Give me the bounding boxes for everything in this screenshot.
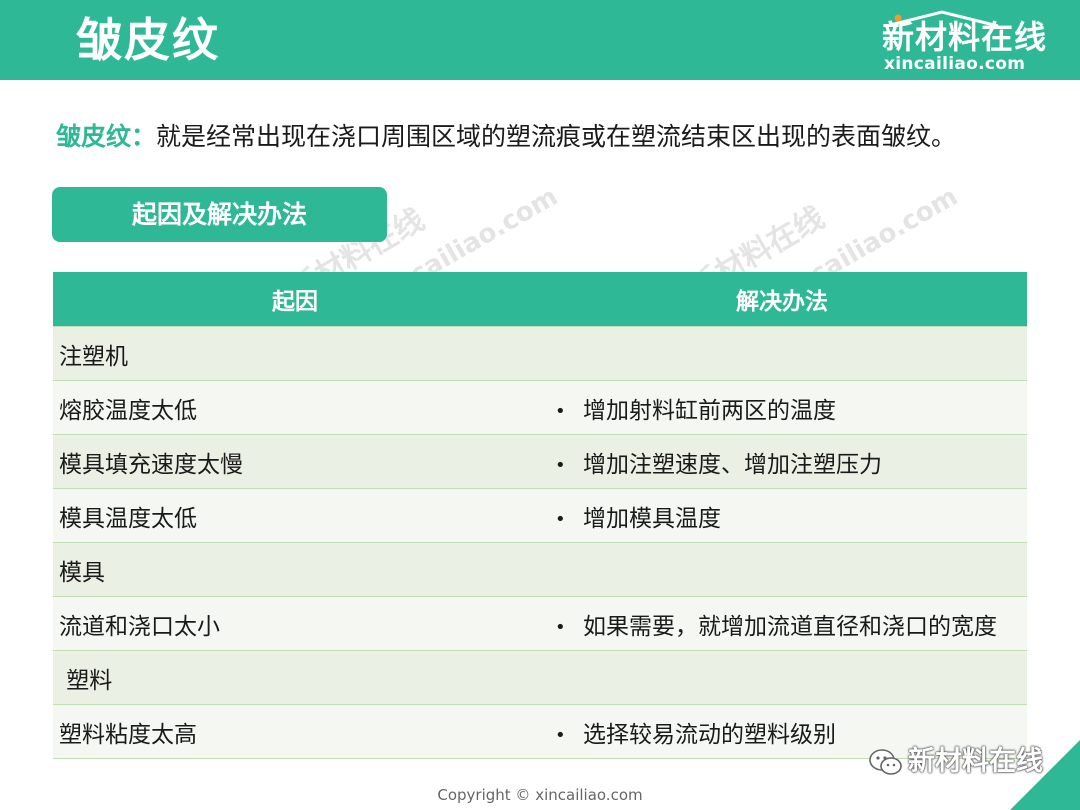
bullet-icon: • — [555, 616, 566, 638]
solution-text: 增加模具温度 — [583, 505, 721, 532]
solution-text: 选择较易流动的塑料级别 — [583, 721, 836, 748]
solution-text: 增加注塑速度、增加注塑压力 — [583, 451, 882, 478]
solution-cell — [537, 542, 1027, 597]
wechat-badge-text: 新材料在线 — [908, 746, 1043, 777]
brand-logo: 新材料在线 xincailiao.com — [882, 10, 1052, 74]
section-label-text: 起因及解决办法 — [131, 200, 307, 229]
solution-cell — [537, 326, 1027, 381]
cause-cell: 熔胶温度太低 — [53, 380, 537, 435]
table-row: 模具 — [53, 542, 1027, 597]
solution-cell: • 如果需要，就增加流道直径和浇口的宽度 — [537, 596, 1027, 651]
table-row: 注塑机 — [53, 326, 1027, 381]
definition-line: 皱皮纹：就是经常出现在浇口周围区域的塑流痕或在塑流结束区出现的表面皱纹。 — [56, 118, 956, 156]
table-row: 模具温度太低 • 增加模具温度 — [53, 488, 1027, 543]
wechat-icon — [869, 749, 902, 775]
table-row: 流道和浇口太小 • 如果需要，就增加流道直径和浇口的宽度 — [53, 596, 1027, 651]
bullet-icon: • — [555, 400, 566, 422]
logo-text-cn: 新材料在线 — [882, 18, 1048, 56]
causes-solutions-table: 起因 解决办法 注塑机 熔胶温度太低 • 增加射料缸前两区的温度 模具填充速度太慢… — [53, 272, 1027, 759]
solution-text: 如果需要，就增加流道直径和浇口的宽度 — [583, 613, 997, 640]
cause-cell: 模具填充速度太慢 — [53, 434, 537, 489]
table-row: 塑料 — [53, 650, 1027, 705]
cause-cell: 注塑机 — [53, 326, 537, 381]
solution-cell: • 增加射料缸前两区的温度 — [537, 380, 1027, 435]
table-row: 模具填充速度太慢 • 增加注塑速度、增加注塑压力 — [53, 434, 1027, 489]
bullet-icon: • — [555, 508, 566, 530]
definition-term: 皱皮纹： — [56, 122, 157, 151]
table-header-row: 起因 解决办法 — [53, 272, 1027, 327]
bullet-icon: • — [555, 454, 566, 476]
logo-text-en: xincailiao.com — [884, 54, 1026, 74]
column-header-cause: 起因 — [53, 272, 537, 327]
cause-cell: 模具 — [53, 542, 537, 597]
table-row: 熔胶温度太低 • 增加射料缸前两区的温度 — [53, 380, 1027, 435]
cause-cell: 塑料 — [53, 650, 537, 705]
section-label: 起因及解决办法 — [52, 187, 387, 242]
cause-cell: 流道和浇口太小 — [53, 596, 537, 651]
solution-cell: • 增加注塑速度、增加注塑压力 — [537, 434, 1027, 489]
solution-cell — [537, 650, 1027, 705]
cause-cell: 塑料粘度太高 — [53, 704, 537, 759]
column-header-solution: 解决办法 — [537, 272, 1027, 327]
page-title: 皱皮纹 — [76, 13, 220, 67]
copyright-text: Copyright © xincailiao.com — [437, 786, 643, 804]
definition-text: 就是经常出现在浇口周围区域的塑流痕或在塑流结束区出现的表面皱纹。 — [156, 122, 957, 151]
solution-text: 增加射料缸前两区的温度 — [583, 397, 836, 424]
solution-cell: • 增加模具温度 — [537, 488, 1027, 543]
header-bar: 皱皮纹 新材料在线 xincailiao.com — [0, 0, 1080, 80]
cause-cell: 模具温度太低 — [53, 488, 537, 543]
bullet-icon: • — [555, 724, 566, 746]
